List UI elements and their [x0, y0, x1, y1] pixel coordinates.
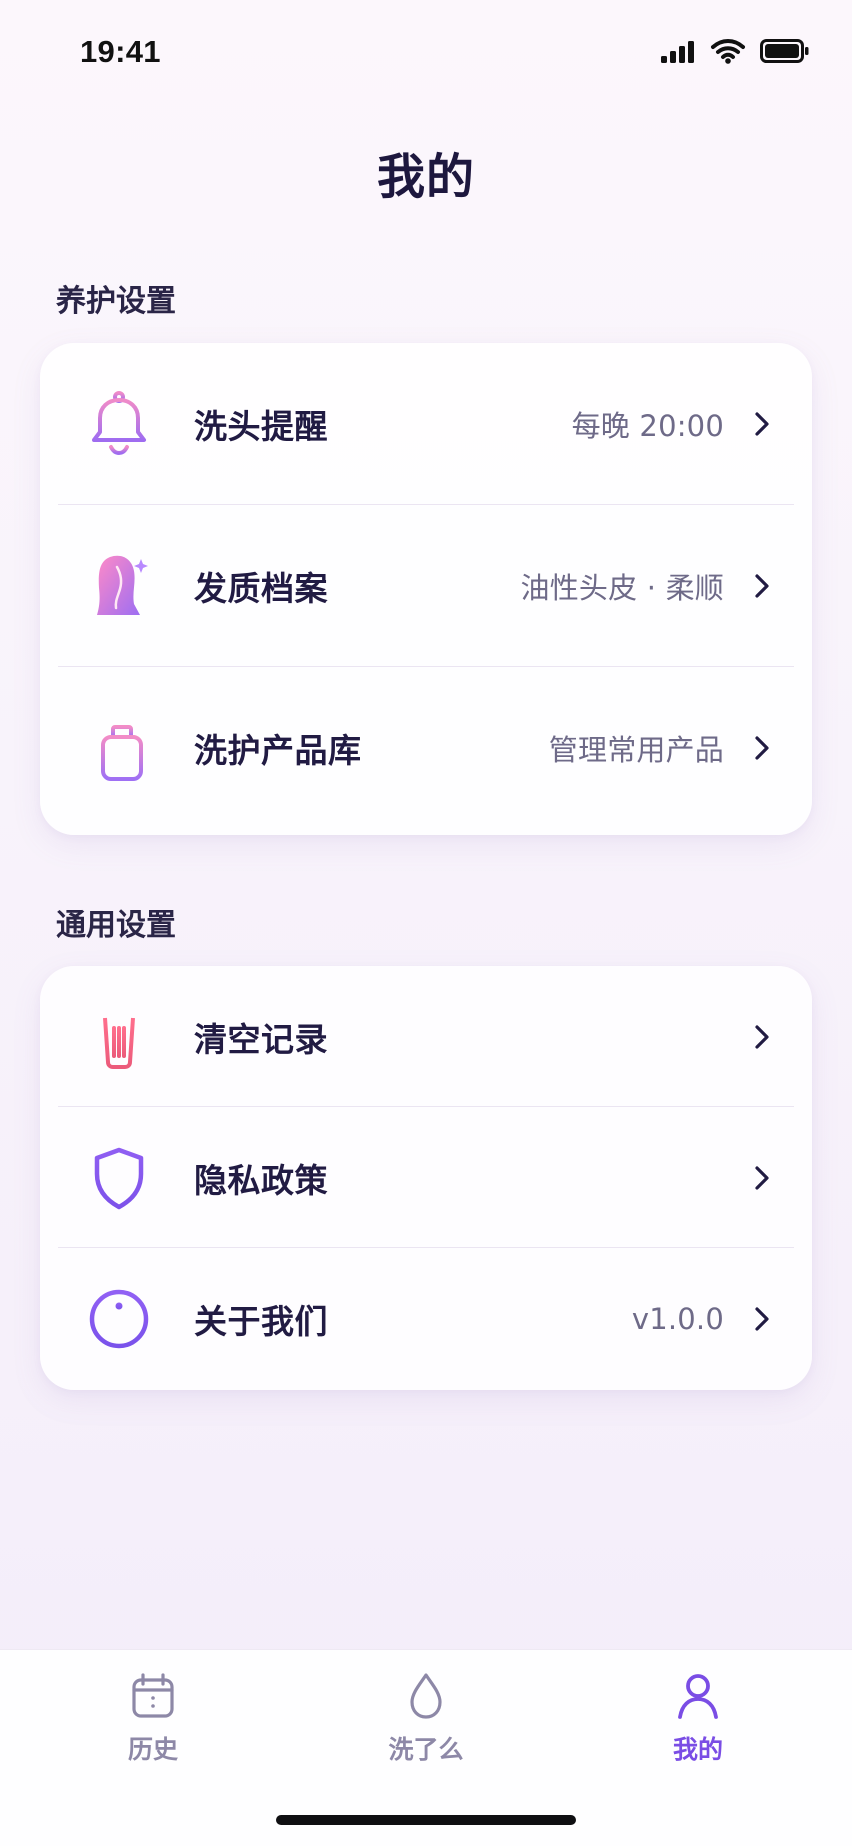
chevron-right-icon [755, 1306, 769, 1331]
privacy-policy-label: 隐私政策 [194, 1160, 328, 1200]
tab-mine-label: 我的 [672, 1735, 723, 1764]
shield-icon [94, 1147, 144, 1209]
status-icons [660, 36, 810, 66]
wash-reminder-value: 每晚 20:00 [571, 409, 724, 443]
status-time: 19:41 [80, 34, 161, 69]
tab-history-label: 历史 [127, 1735, 178, 1764]
chevron-right-icon [755, 1024, 769, 1049]
tab-mine[interactable]: 我的 [628, 1670, 768, 1780]
signal-icon [661, 41, 694, 63]
user-icon [678, 1674, 718, 1719]
chevron-right-icon [755, 1165, 769, 1190]
settings-item-privacy-policy[interactable]: 隐私政策 [40, 1107, 812, 1248]
general-section-title: 通用设置 [56, 908, 176, 943]
chevron-right-icon [755, 736, 769, 760]
trash-icon [100, 1007, 138, 1069]
tab-washed-label: 洗了么 [388, 1735, 464, 1764]
calendar-icon [132, 1673, 174, 1718]
wifi-icon [711, 39, 745, 64]
settings-item-product-library[interactable]: 洗护产品库 管理常用产品 [40, 667, 812, 829]
care-section-title: 养护设置 [56, 284, 176, 319]
hair-profile-label: 发质档案 [194, 569, 328, 608]
hair-profile-value: 油性头皮 · 柔顺 [520, 571, 724, 605]
app-version: v1.0.0 [631, 1301, 724, 1336]
chevron-right-icon [755, 412, 769, 436]
profile-screen: 19:41 我的 养护设置 洗头提醒 每晚 20:00 发质档案 油性头皮 · … [0, 0, 852, 1846]
product-library-label: 洗护产品库 [194, 731, 362, 770]
hair-profile-icon [97, 555, 148, 615]
product-library-value: 管理常用产品 [548, 733, 724, 767]
clear-records-label: 清空记录 [194, 1019, 328, 1059]
settings-item-wash-reminder[interactable]: 洗头提醒 每晚 20:00 [40, 343, 812, 505]
about-us-label: 关于我们 [194, 1301, 328, 1341]
home-indicator [276, 1815, 576, 1825]
tab-history[interactable]: 历史 [83, 1670, 223, 1780]
drop-icon [410, 1673, 442, 1719]
page-title: 我的 [376, 149, 475, 205]
battery-icon [760, 39, 809, 63]
bell-icon [92, 391, 146, 456]
tab-washed[interactable]: 洗了么 [356, 1670, 496, 1780]
general-settings-card: 清空记录 隐私政策 关于我们 v1.0.0 [40, 966, 812, 1390]
chevron-right-icon [755, 574, 769, 598]
settings-item-clear-records[interactable]: 清空记录 [40, 966, 812, 1107]
status-bar: 19:41 [0, 0, 852, 104]
care-settings-card: 洗头提醒 每晚 20:00 发质档案 油性头皮 · 柔顺 洗护产品库 管理常用产… [40, 343, 812, 835]
info-icon [89, 1289, 149, 1348]
settings-item-about-us[interactable]: 关于我们 v1.0.0 [40, 1248, 812, 1389]
settings-item-hair-profile[interactable]: 发质档案 油性头皮 · 柔顺 [40, 505, 812, 667]
product-bottle-icon [101, 715, 143, 781]
wash-reminder-label: 洗头提醒 [194, 407, 328, 446]
